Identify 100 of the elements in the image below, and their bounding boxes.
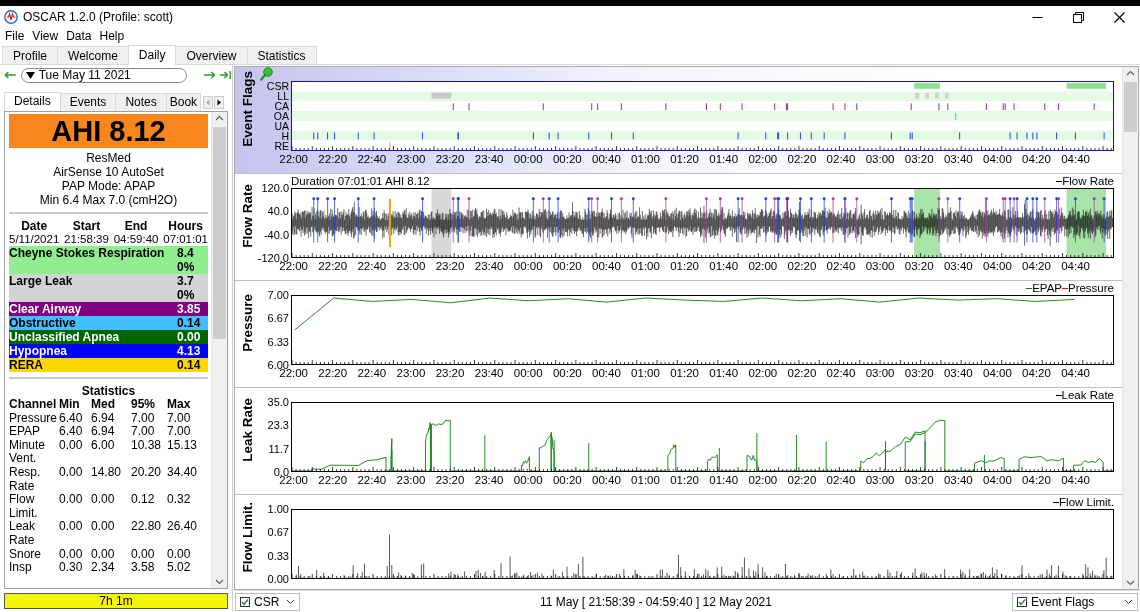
- restore-icon[interactable]: [1073, 11, 1084, 23]
- table-cell-text: 6.00: [91, 438, 116, 454]
- date-label: Tue May 11 2021: [38, 68, 131, 82]
- dropdown-caret-icon[interactable]: [286, 598, 295, 605]
- table-cell-text: 20.20: [131, 465, 163, 481]
- close-icon[interactable]: [1114, 11, 1125, 23]
- axis-tick-label: 03:20: [904, 153, 934, 165]
- menu-item[interactable]: File: [1, 29, 29, 43]
- tab[interactable]: Statistics: [246, 46, 317, 64]
- axis-tick-label: 04:40: [1061, 474, 1090, 486]
- table-cell: 04:59:40: [113, 233, 159, 246]
- table-cell: 07:01:01: [163, 233, 208, 246]
- column-header: Hours: [167, 220, 204, 233]
- tab[interactable]: Notes: [115, 93, 167, 111]
- menu-item[interactable]: View: [28, 29, 63, 43]
- axis-tick-label: 00:40: [592, 367, 621, 379]
- axis-tick-label: 04:20: [1022, 367, 1051, 379]
- axis-tick-label: 01:40: [709, 367, 739, 379]
- table-cell-text: 0.00: [59, 438, 84, 454]
- legend-label: Pressure: [1067, 282, 1114, 295]
- axis-tick-label: 11.7: [268, 443, 289, 455]
- axis-tick-label: 1.00: [267, 503, 289, 515]
- event-value: 4.13: [177, 344, 202, 358]
- next-arrow-icon[interactable]: [202, 70, 216, 80]
- channel-combobox[interactable]: CSR: [235, 592, 300, 611]
- axis-tick-label: 6.67: [267, 312, 289, 324]
- axis-tick-label: 22:40: [357, 153, 387, 165]
- axis-tick-label: 01:20: [670, 474, 699, 486]
- legend-label: Flow Rate: [1062, 175, 1114, 188]
- previous-arrow-icon[interactable]: [4, 70, 17, 80]
- axis-tick-label: 0.00: [267, 573, 289, 585]
- table-cell-text: Resp. Rate: [9, 465, 42, 494]
- vertical-scrollbar[interactable]: [1122, 67, 1138, 589]
- event-name: Obstructive: [9, 316, 77, 330]
- axis-tick-label: -40.0: [263, 229, 289, 241]
- device-info-text: Min 6.4 Max 7.0 (cmH2O): [38, 193, 179, 207]
- menu-item[interactable]: Data: [62, 29, 96, 43]
- column-header: End: [123, 220, 149, 233]
- checkbox-icon[interactable]: [240, 596, 250, 607]
- table-cell-text: Snore: [9, 547, 43, 562]
- axis-tick-label: 22:20: [318, 474, 348, 486]
- table-cell: 5/11/2021: [9, 233, 60, 246]
- axis-tick-label: 23:00: [396, 367, 426, 379]
- dropdown-caret-icon[interactable]: [25, 71, 35, 79]
- device-info-text: PAP Mode: APAP: [60, 179, 157, 193]
- axis-tick-label: 02:20: [787, 153, 817, 165]
- tab[interactable]: Overview: [175, 46, 248, 64]
- axis-tick-label: 23:40: [474, 474, 504, 486]
- axis-tick-label: 22:40: [357, 474, 387, 486]
- axis-tick-label: 03:40: [943, 153, 973, 165]
- axis-tick-label: 22:20: [318, 367, 348, 379]
- table-cell-text: 22.80: [131, 520, 163, 536]
- table-cell-text: Insp: [9, 561, 33, 575]
- axis-tick-label: 04:00: [983, 153, 1012, 165]
- axis-tick-label: 6.33: [267, 336, 289, 348]
- axis-tick-label: 02:00: [748, 260, 778, 272]
- scrollbar-thumb[interactable]: [213, 127, 226, 339]
- legend-label: EPAP: [1032, 282, 1062, 295]
- axis-tick-label: 03:00: [865, 260, 895, 272]
- axis-tick-label: 03:00: [865, 153, 895, 165]
- tab[interactable]: Events: [59, 93, 117, 111]
- axis-tick-label: 02:40: [826, 367, 856, 379]
- table-cell-text: 10.38: [131, 438, 163, 454]
- row-label: UA: [274, 121, 289, 131]
- axis-tick-label: 03:40: [943, 260, 973, 272]
- table-cell-text: 0.00: [59, 520, 84, 536]
- menu-item[interactable]: Help: [95, 29, 129, 43]
- ahi-banner: AHI 8.12: [9, 114, 208, 148]
- table-cell-text: 3.58: [131, 561, 156, 575]
- table-cell-text: 0.32: [167, 493, 192, 509]
- tab[interactable]: Welcome: [57, 46, 129, 64]
- table-cell-text: 7.00: [167, 425, 192, 439]
- checkbox-icon[interactable]: [1017, 596, 1027, 607]
- axis-tick-label: 04:20: [1022, 260, 1051, 272]
- table-cell-text: 0.00: [59, 465, 84, 481]
- table-cell-text: 7.00: [167, 411, 192, 426]
- tab[interactable]: Details: [4, 92, 61, 111]
- axis-tick-label: 03:20: [904, 367, 934, 379]
- axis-tick-label: 02:20: [787, 474, 817, 486]
- axis-tick-label: 01:00: [631, 153, 660, 165]
- scroll-right-icon[interactable]: [214, 95, 225, 109]
- dropdown-caret-icon[interactable]: [1124, 598, 1133, 605]
- last-day-icon[interactable]: [219, 70, 232, 80]
- axis-tick-label: 00:20: [552, 260, 582, 272]
- vertical-scrollbar[interactable]: [211, 112, 227, 588]
- table-cell-text: 6.94: [91, 425, 116, 439]
- scrollbar-thumb[interactable]: [1124, 82, 1137, 132]
- axis-tick-label: 04:00: [983, 260, 1012, 272]
- row-label: CSR: [266, 81, 289, 91]
- tab[interactable]: Daily: [127, 45, 177, 65]
- axis-tick-label: 00:40: [592, 260, 621, 272]
- pin-icon[interactable]: [259, 67, 273, 81]
- tab[interactable]: Book: [165, 93, 202, 111]
- channel-combobox[interactable]: Event Flags: [1012, 592, 1138, 611]
- column-header: Med: [91, 398, 116, 412]
- tab[interactable]: Profile: [2, 46, 58, 64]
- event-name: Hypopnea: [9, 344, 68, 358]
- date-range: 11 May [ 21:58:39 - 04:59:40 ] 12 May 2021: [539, 594, 773, 609]
- axis-tick-label: 35.0: [267, 396, 289, 408]
- column-header: Date: [20, 220, 49, 233]
